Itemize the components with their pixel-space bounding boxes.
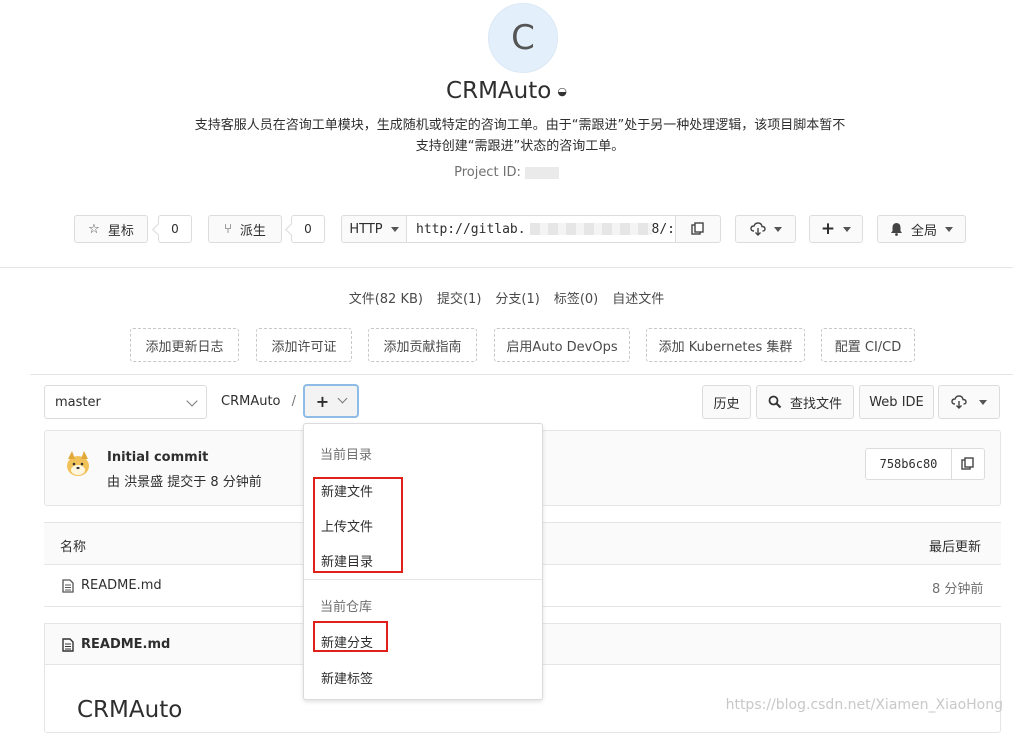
file-icon [62,637,74,652]
project-name: CRMAuto [446,78,552,104]
download-dropdown[interactable] [735,215,796,243]
web-ide-button[interactable]: Web IDE [859,385,934,419]
protocol-dropdown[interactable]: HTTP [341,215,407,243]
caret-down-icon [979,399,987,405]
cloud-download-icon [749,222,766,236]
fork-icon: ⑂ [224,221,232,237]
divider [30,374,1013,375]
branch-select[interactable]: master [44,385,207,419]
enable-auto-devops-button[interactable]: 启用Auto DevOps [494,328,630,362]
add-dropdown[interactable]: + [809,215,863,243]
copy-icon [961,457,974,470]
fork-count[interactable]: 0 [291,215,325,243]
stat-commits-link[interactable]: 提交(1) [437,292,481,307]
protocol-label: HTTP [349,221,383,237]
dropdown-section-current-repo: 当前仓库 [320,600,373,615]
star-label: 星标 [107,223,134,239]
project-stats: 文件(82 KB) 提交(1) 分支(1) 标签(0) 自述文件 [0,288,1013,307]
stat-readme-link[interactable]: 自述文件 [612,292,664,307]
plus-icon: + [315,391,330,411]
download-dropdown[interactable] [938,385,1000,419]
notification-label: 全局 [910,223,937,239]
find-file-button[interactable]: 查找文件 [756,385,854,419]
project-id: Project ID: [0,165,1013,180]
annotation-highlight [313,621,388,652]
project-id-label: Project ID: [454,165,521,180]
chevron-down-icon [186,395,198,407]
chevron-down-icon [337,393,348,403]
readme-filename: README.md [81,637,171,652]
star-icon: ☆ [88,221,100,237]
history-button[interactable]: 历史 [702,385,751,419]
menu-item-new-tag[interactable]: 新建标签 [321,668,373,687]
notification-dropdown[interactable]: 全局 [877,215,966,243]
project-id-masked [524,166,559,179]
caret-down-icon [390,226,399,232]
copy-url-button[interactable] [675,215,721,243]
project-title: CRMAuto ◒ [0,78,1013,104]
find-file-label: 查找文件 [789,396,842,412]
fork-button[interactable]: ⑂ 派生 [208,215,282,243]
search-icon [768,395,782,409]
breadcrumb-separator: / [291,394,297,409]
column-name-header: 名称 [60,540,87,555]
fork-label: 派生 [239,223,266,239]
breadcrumb-root-link[interactable]: CRMAuto [221,394,281,409]
breadcrumb: CRMAuto / [221,394,296,409]
file-name-link[interactable]: README.md [81,578,162,593]
add-license-button[interactable]: 添加许可证 [256,328,352,362]
readme-heading: CRMAuto [77,697,183,723]
commit-title-link[interactable]: Initial commit [107,450,208,465]
watermark: https://blog.csdn.net/Xiamen_XiaoHong [725,697,1003,713]
stat-branches-link[interactable]: 分支(1) [495,292,539,307]
column-updated-header: 最后更新 [929,540,982,555]
project-description: 支持客服人员在咨询工单模块，生成随机或特定的咨询工单。由于“需跟进”处于另一种处… [160,115,880,157]
dropdown-divider [304,579,542,580]
clone-url-masked [529,223,652,235]
stat-tags-link[interactable]: 标签(0) [554,292,598,307]
clone-url-suffix: 8/: [651,221,675,237]
star-count[interactable]: 0 [158,215,192,243]
clone-url-input[interactable]: http://gitlab. 8/: [406,215,676,243]
add-contributing-button[interactable]: 添加贡献指南 [368,328,477,362]
copy-sha-button[interactable] [952,449,984,479]
divider [0,267,1013,268]
user-avatar[interactable] [64,449,92,479]
dropdown-section-current-directory: 当前目录 [320,448,373,463]
readme-title: README.md [62,637,170,652]
project-avatar: C [488,3,558,73]
annotation-highlight [313,477,403,573]
commit-sha-link[interactable]: 758b6c80 [866,449,952,479]
file-icon [62,578,74,593]
plus-icon: + [820,219,836,239]
star-button[interactable]: ☆ 星标 [74,215,148,243]
add-changelog-button[interactable]: 添加更新日志 [130,328,239,362]
table-row[interactable]: README.md [62,578,162,593]
clone-url-prefix: http://gitlab. [416,221,526,237]
shield-icon: ◒ [557,85,567,98]
caret-down-icon [945,226,953,232]
setup-ci-cd-button[interactable]: 配置 CI/CD [821,328,915,362]
commit-sha-group: 758b6c80 [865,448,985,480]
add-to-tree-button[interactable]: + [303,384,359,418]
caret-down-icon [843,226,852,232]
caret-down-icon [773,226,782,232]
description-line: 支持客服人员在咨询工单模块，生成随机或特定的咨询工单。由于“需跟进”处于另一种处… [194,118,846,133]
description-line: 支持创建“需跟进”状态的咨询工单。 [415,139,625,154]
cloud-download-icon [951,395,967,409]
add-kubernetes-button[interactable]: 添加 Kubernetes 集群 [646,328,805,362]
commit-meta: 由 洪景盛 提交于 8 分钟前 [107,475,262,490]
file-updated-time: 8 分钟前 [932,582,984,597]
bell-icon [890,223,902,236]
branch-name: master [55,394,101,410]
copy-icon [691,222,704,235]
stat-files-link[interactable]: 文件(82 KB) [349,292,423,307]
